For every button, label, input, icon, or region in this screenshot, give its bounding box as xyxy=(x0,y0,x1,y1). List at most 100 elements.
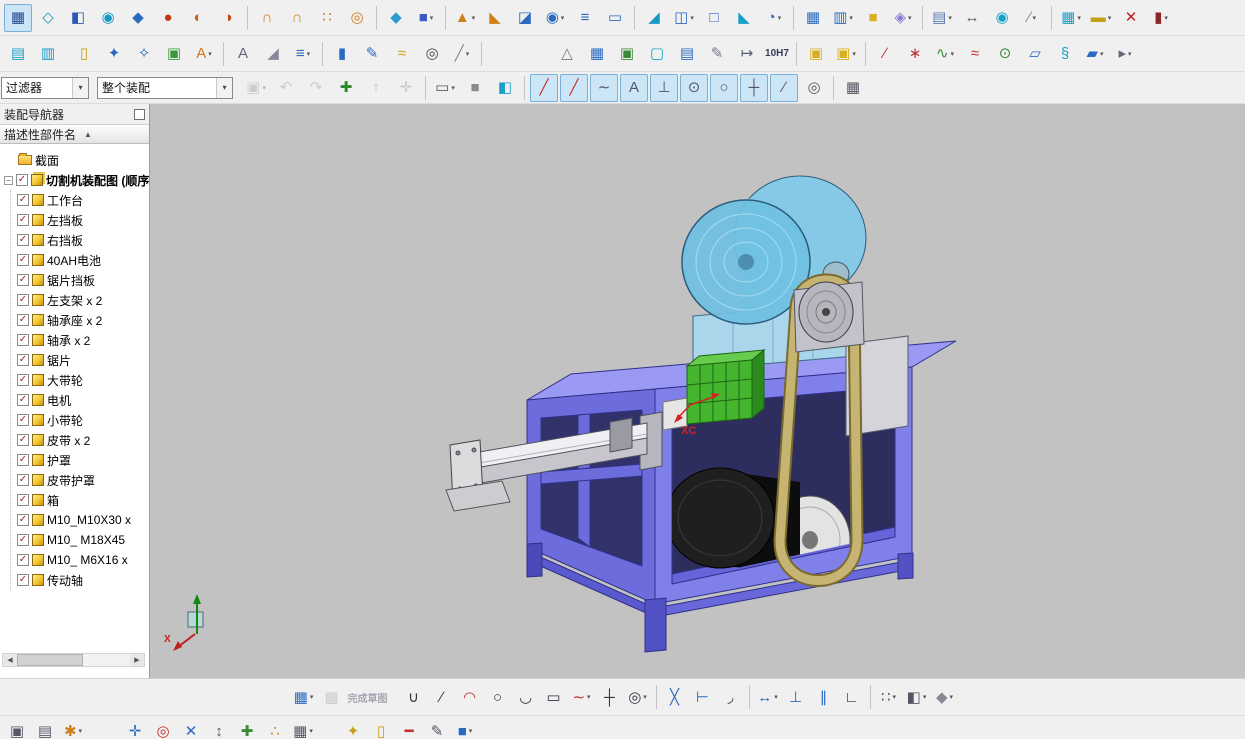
helix-3d-button[interactable]: § xyxy=(1051,40,1079,68)
tree-item-component[interactable]: ✓ 小带轮 xyxy=(11,410,149,430)
snap-arc-center-button[interactable]: ⊙ xyxy=(680,73,708,102)
quick-trim-button[interactable]: ╳ xyxy=(662,684,688,710)
tree-item-component[interactable]: ✓ 皮带 x 2 xyxy=(11,430,149,450)
sheet-body-button[interactable]: ▬ ▾ xyxy=(1087,4,1115,32)
rapid-dimension-button[interactable]: ↔ ▾ xyxy=(755,684,781,710)
point-button[interactable]: ◆ xyxy=(382,4,410,32)
selection-type-filter-combo[interactable]: 过滤器 ▾ xyxy=(1,76,89,99)
visibility-checkbox[interactable]: ✓ xyxy=(17,514,29,526)
view-in-layer-button[interactable]: ▤ xyxy=(4,40,32,68)
information-note-button[interactable]: ▯ xyxy=(70,40,98,68)
tree-item-root-assembly[interactable]: − ✓ 切割机装配图 (顺序 xyxy=(0,170,149,190)
sketch-more-button[interactable]: ◆ ▾ xyxy=(932,684,958,710)
visibility-checkbox[interactable]: ✓ xyxy=(17,494,29,506)
mirror-curve-button[interactable]: ◧ ▾ xyxy=(904,684,930,710)
cylinder-button[interactable]: ◆ xyxy=(124,4,152,32)
bolt-fastener-button[interactable]: ✦ xyxy=(100,40,128,68)
dropdown-arrow-icon[interactable]: ▾ xyxy=(893,693,897,701)
parallel-constraint-button[interactable]: ∥ xyxy=(811,684,837,710)
graphics-viewport[interactable]: XC X xyxy=(150,104,1245,678)
dropdown-arrow-icon[interactable]: ▾ xyxy=(466,50,470,58)
visibility-checkbox[interactable]: ✓ xyxy=(17,534,29,546)
collapse-expander-icon[interactable]: − xyxy=(4,175,13,185)
datum-plane-button[interactable]: ◇ xyxy=(34,4,62,32)
draft-analysis-button[interactable]: △ xyxy=(553,40,581,68)
navigator-hscrollbar[interactable]: ◀ ▶ xyxy=(2,653,145,667)
visibility-checkbox[interactable]: ✓ xyxy=(16,174,28,186)
node-cluster-button[interactable]: ∴ xyxy=(262,718,288,739)
measure-button[interactable]: ↔ xyxy=(958,4,986,32)
fillet-sketch-button[interactable]: ◞ xyxy=(718,684,744,710)
style-pen-button[interactable]: ✎ xyxy=(358,40,386,68)
selection-scope-combo[interactable]: 整个装配 ▾ xyxy=(97,76,233,99)
memo-note-button[interactable]: ▯ xyxy=(368,718,394,739)
tree-item-component[interactable]: ✓ 锯片 xyxy=(11,350,149,370)
visibility-checkbox[interactable]: ✓ xyxy=(17,554,29,566)
solid-block-button[interactable]: ■ ▾ xyxy=(452,718,478,739)
scroll-left-button[interactable]: ◀ xyxy=(3,654,17,666)
emboss-button[interactable]: ◪ xyxy=(511,4,539,32)
delete-face-button[interactable]: ✕ xyxy=(1117,4,1145,32)
tree-item-component[interactable]: ✓ M10_ M18X45 xyxy=(11,530,149,550)
thread-button[interactable]: ≡ xyxy=(571,4,599,32)
component-preview-table-button[interactable]: ▦ xyxy=(839,74,867,102)
studio-spline-sketch-button[interactable]: ∼ ▾ xyxy=(569,684,595,710)
tolerance-fit[interactable]: 10H7 xyxy=(763,40,791,68)
sketch-button[interactable]: ▦ xyxy=(4,3,32,32)
parts-list-button[interactable]: ▤ xyxy=(673,40,701,68)
edge-blend-button[interactable]: ◔ ▾ xyxy=(760,4,788,32)
dropdown-arrow-icon[interactable]: ▾ xyxy=(1164,14,1168,22)
tree-item-component[interactable]: ✓ 传动轴 xyxy=(11,570,149,590)
point-cloud-button[interactable]: ∗ xyxy=(901,40,929,68)
visibility-checkbox[interactable]: ✓ xyxy=(17,394,29,406)
customize-gear-button[interactable]: ✱ ▾ xyxy=(60,718,86,739)
tree-item-component[interactable]: ✓ 轴承座 x 2 xyxy=(11,310,149,330)
wave-geometry-linker-button[interactable]: ▣ xyxy=(160,40,188,68)
trim-body-button[interactable]: ◢ xyxy=(640,4,668,32)
dropdown-arrow-icon[interactable]: ▾ xyxy=(307,50,311,58)
dropdown-arrow-icon[interactable]: ▾ xyxy=(309,727,313,735)
dropdown-arrow-icon[interactable]: ▾ xyxy=(908,14,912,22)
rectangle-button[interactable]: ▭ xyxy=(541,684,567,710)
extrude-button[interactable]: ◧ xyxy=(64,4,92,32)
surface-mesh-button[interactable]: ▦ ▾ xyxy=(1057,4,1085,32)
quick-extend-button[interactable]: ⊢ xyxy=(690,684,716,710)
mirror-feature-button[interactable]: ▥ ▾ xyxy=(829,4,857,32)
arc-3-point-button[interactable]: ◡ xyxy=(513,684,539,710)
dropdown-arrow-icon[interactable]: ▾ xyxy=(774,693,778,701)
dropdown-arrow-icon[interactable]: ▾ xyxy=(587,693,591,701)
dropdown-arrow-icon[interactable]: ▾ xyxy=(852,50,856,58)
swap-direction-button[interactable]: ↕ xyxy=(206,718,232,739)
circle-button[interactable]: ○ xyxy=(485,684,511,710)
tree-item-component[interactable]: ✓ 左挡板 xyxy=(11,210,149,230)
snap-endpoint-button[interactable]: ╱ xyxy=(560,73,588,102)
fit-table-button[interactable]: ▣ xyxy=(613,40,641,68)
visibility-checkbox[interactable]: ✓ xyxy=(17,434,29,446)
intersect-button[interactable]: ◑ xyxy=(214,4,242,32)
tree-item-component[interactable]: ✓ M10_M10X30 x xyxy=(11,510,149,530)
sketch-grid-display-button[interactable]: ▦ ▾ xyxy=(291,684,317,710)
snap-settings-button[interactable]: ✛ xyxy=(122,718,148,739)
tree-item-component[interactable]: ✓ 工作台 xyxy=(11,190,149,210)
tree-item-component[interactable]: ✓ 左支架 x 2 xyxy=(11,290,149,310)
add-selection-button[interactable]: ✚ xyxy=(332,74,360,102)
dropdown-arrow-icon[interactable]: ▾ xyxy=(923,693,927,701)
visibility-checkbox[interactable]: ✓ xyxy=(17,294,29,306)
visibility-checkbox[interactable]: ✓ xyxy=(17,334,29,346)
navigator-float-button[interactable] xyxy=(134,108,145,120)
dropdown-arrow-icon[interactable]: ▾ xyxy=(561,14,565,22)
dropdown-arrow-icon[interactable]: ▾ xyxy=(948,14,952,22)
dropdown-arrow-icon[interactable]: ▾ xyxy=(430,14,434,22)
ordinate-dimension-button[interactable]: ↦ xyxy=(733,40,761,68)
annotate-pen-button[interactable]: ✎ xyxy=(424,718,450,739)
edit-annotation-button[interactable]: ✎ xyxy=(703,40,731,68)
tree-item-component[interactable]: ✓ 锯片挡板 xyxy=(11,270,149,290)
visibility-checkbox[interactable]: ✓ xyxy=(17,374,29,386)
move-face-button[interactable]: ▤ ▾ xyxy=(928,4,956,32)
sweep-along-guide-button[interactable]: ∩ xyxy=(283,4,311,32)
snap-point-label-button[interactable]: A xyxy=(620,73,648,102)
dropdown-arrow-icon[interactable]: ▾ xyxy=(1033,14,1037,22)
navigator-column-header[interactable]: 描述性部件名 ▲ xyxy=(0,125,149,144)
datum-axis-button[interactable]: ∕ ▾ xyxy=(1018,4,1046,32)
visibility-checkbox[interactable]: ✓ xyxy=(17,214,29,226)
